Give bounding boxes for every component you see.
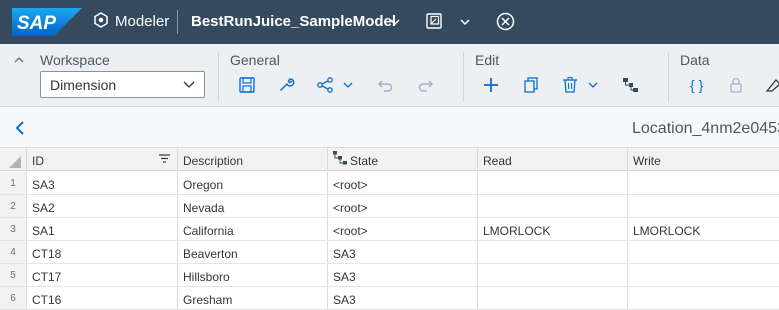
back-arrow-icon[interactable] <box>13 120 27 136</box>
data-label: Data <box>680 52 710 68</box>
group-separator <box>668 52 669 102</box>
cell-description[interactable]: Hillsboro <box>178 264 328 286</box>
cell-read[interactable] <box>478 264 628 286</box>
cell-id[interactable]: SA1 <box>27 218 178 240</box>
column-header-state[interactable]: State <box>328 148 478 170</box>
cell-description[interactable]: Beaverton <box>178 241 328 263</box>
redo-icon[interactable] <box>417 76 435 94</box>
sap-logo[interactable]: SAP <box>12 8 82 36</box>
workspace-select-value: Dimension <box>50 77 117 93</box>
modeler-icon <box>94 12 108 28</box>
cell-description[interactable]: California <box>178 218 328 240</box>
table-row[interactable]: 4 CT18 Beaverton SA3 <box>0 241 779 264</box>
chevron-down-icon <box>183 81 195 88</box>
cell-read[interactable] <box>478 287 628 309</box>
chevron-down-icon[interactable] <box>389 16 401 28</box>
hierarchy-icon[interactable] <box>621 76 639 94</box>
row-number[interactable]: 3 <box>0 218 27 240</box>
group-separator <box>463 52 464 102</box>
clear-icon[interactable] <box>764 76 779 94</box>
row-number[interactable]: 1 <box>0 172 27 194</box>
cell-read[interactable] <box>478 241 628 263</box>
general-label: General <box>230 52 280 68</box>
cell-state[interactable]: SA3 <box>328 264 478 286</box>
cell-read[interactable] <box>478 195 628 217</box>
cell-write[interactable] <box>628 172 779 194</box>
column-header-read[interactable]: Read <box>478 148 628 170</box>
column-header-label: Write <box>633 154 661 168</box>
table-row[interactable]: 5 CT17 Hillsboro SA3 <box>0 264 779 287</box>
hierarchy-icon <box>333 151 347 165</box>
model-name[interactable]: BestRunJuice_SampleModel <box>191 13 396 30</box>
share-icon[interactable] <box>316 76 334 94</box>
cell-id[interactable]: CT18 <box>27 241 178 263</box>
column-header-id[interactable]: ID <box>27 148 178 170</box>
copy-icon[interactable] <box>522 76 540 94</box>
shell-bar: SAP Modeler BestRunJuice_SampleModel <box>0 0 779 44</box>
sap-logo-text: SAP <box>17 13 56 34</box>
cell-description[interactable]: Oregon <box>178 172 328 194</box>
wrench-icon[interactable] <box>277 76 295 94</box>
add-icon[interactable] <box>482 76 500 94</box>
workspace-select[interactable]: Dimension <box>40 71 205 98</box>
select-all-corner[interactable] <box>0 148 27 170</box>
row-number[interactable]: 2 <box>0 195 27 217</box>
cell-id[interactable]: CT17 <box>27 264 178 286</box>
dimension-title: Location_4nm2e0453 <box>632 120 779 137</box>
cell-write[interactable] <box>628 264 779 286</box>
row-number[interactable]: 4 <box>0 241 27 263</box>
column-header-write[interactable]: Write <box>628 148 779 170</box>
app-name[interactable]: Modeler <box>115 13 169 30</box>
edit-label: Edit <box>475 52 500 68</box>
chevron-down-icon[interactable] <box>588 80 598 90</box>
open-external-icon[interactable] <box>425 12 443 30</box>
svg-text:{ }: { } <box>690 77 704 93</box>
cell-state[interactable]: <root> <box>328 172 478 194</box>
delete-icon[interactable] <box>561 76 579 94</box>
cell-write[interactable] <box>628 287 779 309</box>
undo-icon[interactable] <box>376 76 394 94</box>
cell-state[interactable]: SA3 <box>328 241 478 263</box>
collapse-toolbar-icon[interactable] <box>13 54 25 66</box>
column-header-label: Read <box>483 154 512 168</box>
cell-write[interactable]: LMORLOCK <box>628 218 779 240</box>
column-header-label: ID <box>32 154 44 168</box>
cell-id[interactable]: SA2 <box>27 195 178 217</box>
row-number[interactable]: 5 <box>0 264 27 286</box>
toolbar: Workspace Dimension General Edit Data {… <box>0 44 779 107</box>
chevron-down-icon[interactable] <box>343 80 353 90</box>
cell-read[interactable] <box>478 172 628 194</box>
cell-state[interactable]: <root> <box>328 218 478 240</box>
cell-description[interactable]: Gresham <box>178 287 328 309</box>
table-row[interactable]: 6 CT16 Gresham SA3 <box>0 287 779 310</box>
dimension-header: Location_4nm2e0453 <box>0 108 779 148</box>
cell-write[interactable] <box>628 241 779 263</box>
filter-icon[interactable] <box>159 154 170 163</box>
cell-id[interactable]: CT16 <box>27 287 178 309</box>
workspace-label: Workspace <box>40 52 110 68</box>
dimension-grid: ID Description State Read Write 1 SA3 Or… <box>0 148 779 310</box>
grid-header-row: ID Description State Read Write <box>0 148 779 171</box>
save-icon[interactable] <box>238 76 256 94</box>
cell-read[interactable]: LMORLOCK <box>478 218 628 240</box>
corner-triangle-icon <box>9 156 21 168</box>
table-row[interactable]: 2 SA2 Nevada <root> <box>0 195 779 218</box>
close-circle-icon[interactable] <box>496 12 515 31</box>
formula-icon[interactable]: { } <box>688 76 706 94</box>
cell-state[interactable]: <root> <box>328 195 478 217</box>
cell-write[interactable] <box>628 195 779 217</box>
column-header-label: Description <box>183 154 244 168</box>
column-header-label: State <box>350 154 379 168</box>
table-row[interactable]: 1 SA3 Oregon <root> <box>0 172 779 195</box>
chevron-down-icon[interactable] <box>459 16 471 28</box>
row-number[interactable]: 6 <box>0 287 27 309</box>
lock-icon[interactable] <box>727 76 745 94</box>
cell-state[interactable]: SA3 <box>328 287 478 309</box>
column-header-description[interactable]: Description <box>178 148 328 170</box>
group-separator <box>218 52 219 102</box>
shell-separator <box>177 10 178 34</box>
cell-description[interactable]: Nevada <box>178 195 328 217</box>
table-row[interactable]: 3 SA1 California <root> LMORLOCK LMORLOC… <box>0 218 779 241</box>
cell-id[interactable]: SA3 <box>27 172 178 194</box>
